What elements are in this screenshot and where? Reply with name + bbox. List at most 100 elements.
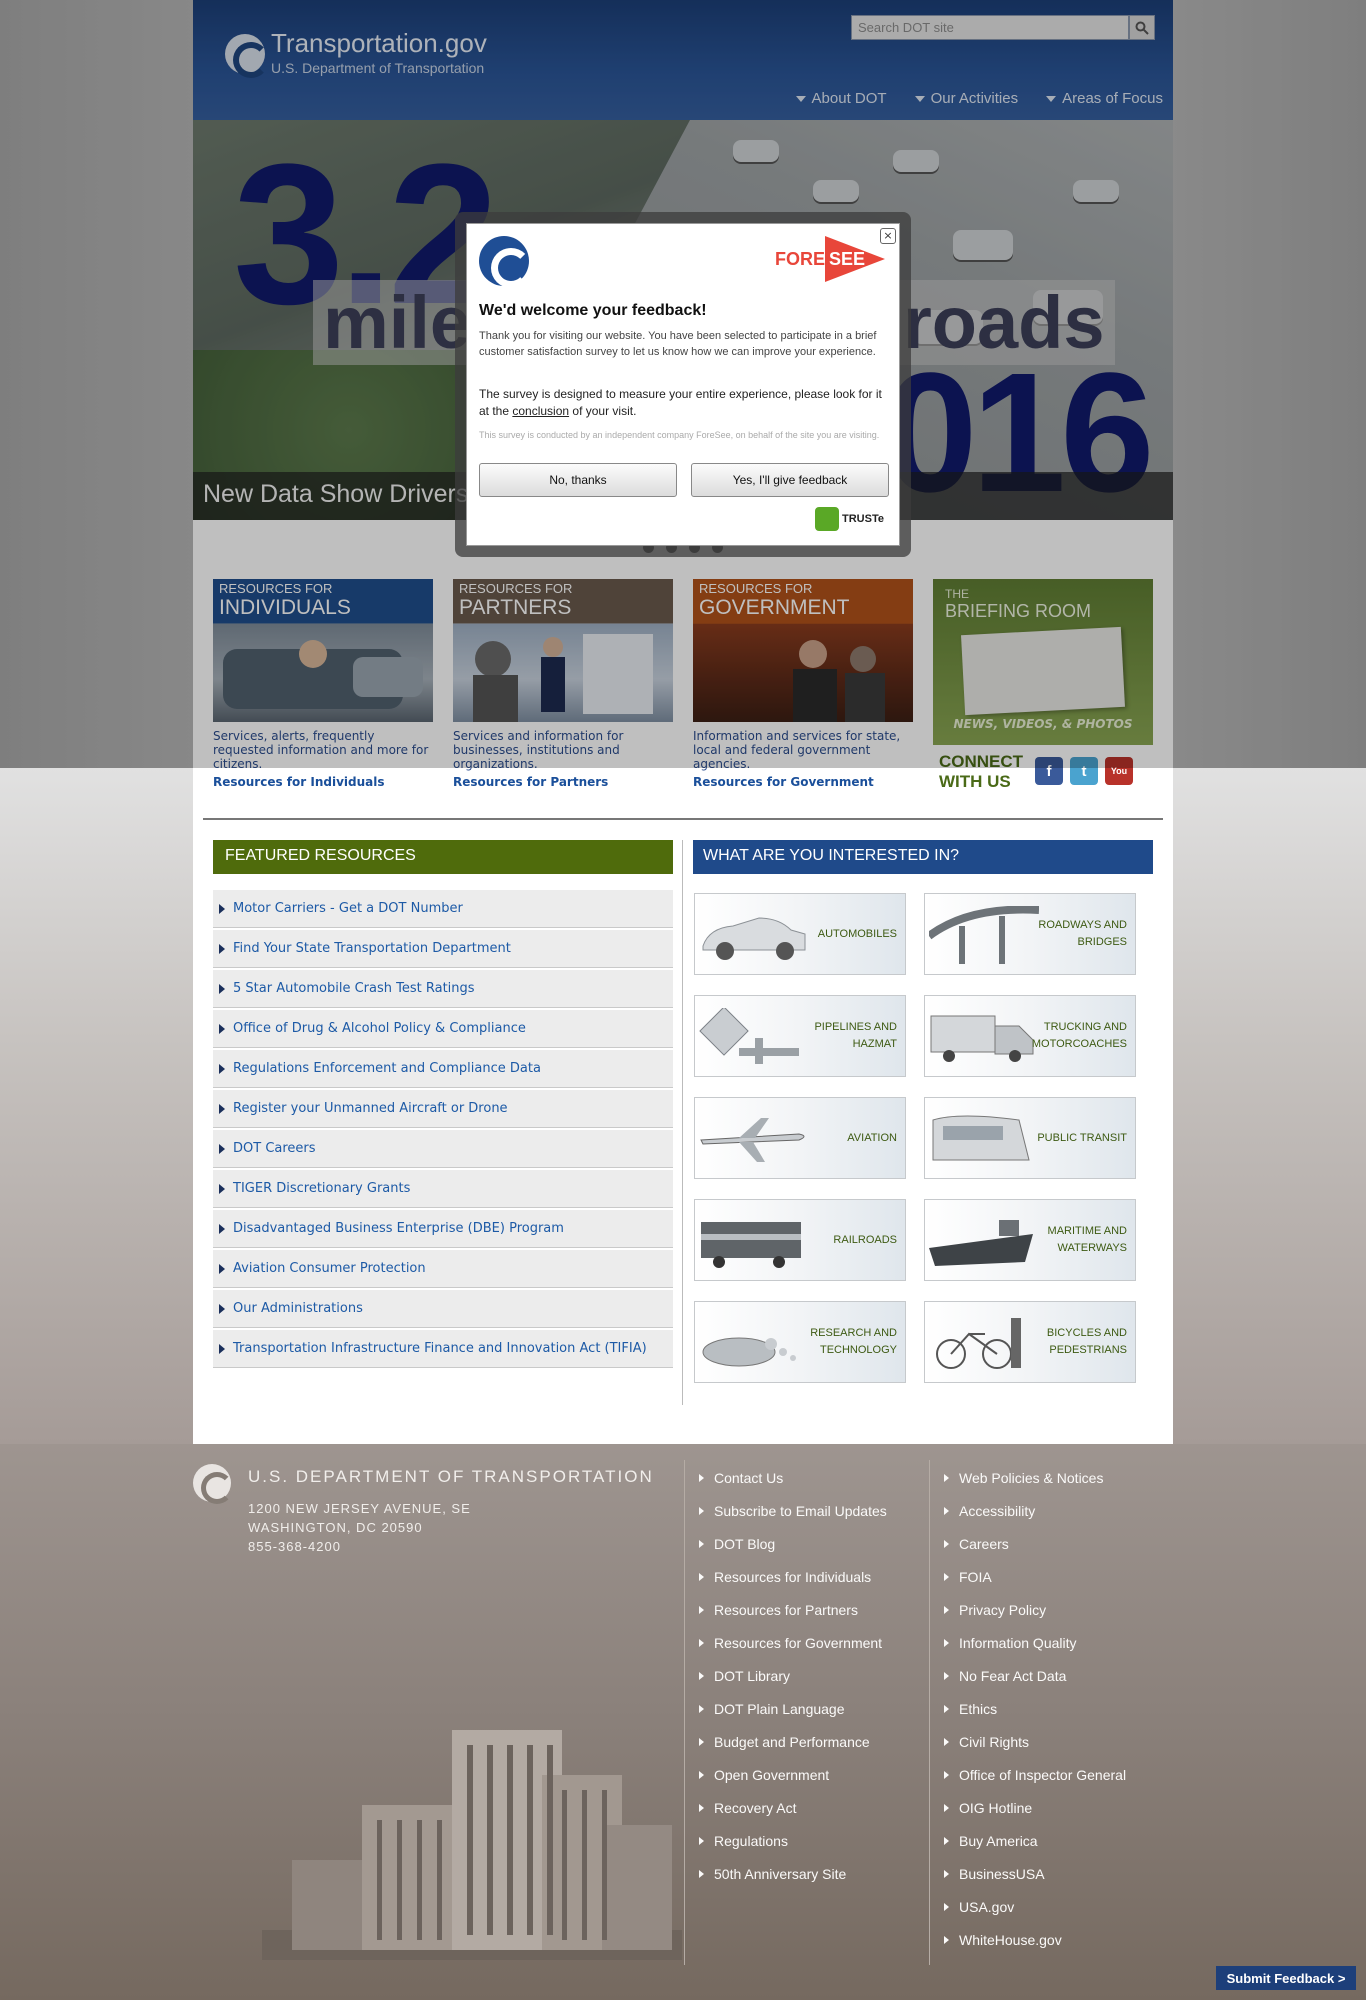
truste-badge[interactable]: TRUSTe — [815, 506, 889, 532]
footer-link-label: DOT Library — [714, 1668, 790, 1684]
tile-public-transit[interactable]: PUBLIC TRANSIT — [924, 1097, 1136, 1179]
footer-link[interactable]: Regulations — [699, 1833, 887, 1866]
footer-link-label: 50th Anniversary Site — [714, 1866, 847, 1882]
tile-label-line1: PIPELINES AND — [814, 1021, 897, 1033]
featured-link[interactable]: DOT Careers — [213, 1130, 673, 1168]
footer-link-label: Office of Inspector General — [959, 1767, 1127, 1783]
footer-link[interactable]: Resources for Government — [699, 1635, 887, 1668]
footer-link[interactable]: Careers — [944, 1536, 1126, 1569]
arrow-right-icon — [944, 1870, 949, 1878]
card-link-partners[interactable]: Resources for Partners — [453, 775, 673, 789]
tile-aviation[interactable]: AVIATION — [694, 1097, 906, 1179]
featured-link-label: DOT Careers — [233, 1141, 316, 1156]
footer-link[interactable]: Web Policies & Notices — [944, 1470, 1126, 1503]
airplane-icon — [700, 1118, 805, 1162]
featured-resources-heading: FEATURED RESOURCES — [213, 840, 673, 874]
tile-research-technology[interactable]: RESEARCH AND TECHNOLOGY — [694, 1301, 906, 1383]
footer-link[interactable]: Recovery Act — [699, 1800, 887, 1833]
footer-link[interactable]: Buy America — [944, 1833, 1126, 1866]
footer-link-label: USA.gov — [959, 1899, 1015, 1915]
arrow-right-icon — [219, 1103, 225, 1114]
close-icon[interactable]: × — [880, 228, 896, 244]
footer-link[interactable]: BusinessUSA — [944, 1866, 1126, 1899]
arrow-right-icon — [944, 1573, 949, 1581]
arrow-right-icon — [219, 983, 225, 994]
footer-link[interactable]: Subscribe to Email Updates — [699, 1503, 887, 1536]
footer-link[interactable]: FOIA — [944, 1569, 1126, 1602]
footer-link[interactable]: No Fear Act Data — [944, 1668, 1126, 1701]
arrow-right-icon — [699, 1507, 704, 1515]
footer-link[interactable]: Privacy Policy — [944, 1602, 1126, 1635]
footer-link[interactable]: Resources for Individuals — [699, 1569, 887, 1602]
interests-heading: WHAT ARE YOU INTERESTED IN? — [693, 840, 1153, 874]
arrow-right-icon — [699, 1804, 704, 1812]
footer-link-label: Budget and Performance — [714, 1734, 870, 1750]
tile-label-line1: TRUCKING AND — [1043, 1021, 1127, 1033]
featured-link[interactable]: Office of Drug & Alcohol Policy & Compli… — [213, 1010, 673, 1048]
connect-line2: WITH US — [939, 772, 1011, 791]
give-feedback-button[interactable]: Yes, I'll give feedback — [691, 463, 889, 497]
submit-feedback-button[interactable]: Submit Feedback > — [1216, 1966, 1356, 1990]
featured-resources-list: Motor Carriers - Get a DOT Number Find Y… — [213, 890, 673, 1370]
arrow-right-icon — [944, 1705, 949, 1713]
tile-automobiles[interactable]: AUTOMOBILES — [694, 893, 906, 975]
conclusion-link[interactable]: conclusion — [512, 404, 569, 418]
featured-link[interactable]: Register your Unmanned Aircraft or Drone — [213, 1090, 673, 1128]
footer-link[interactable]: Accessibility — [944, 1503, 1126, 1536]
footer-link[interactable]: Civil Rights — [944, 1734, 1126, 1767]
footer-link[interactable]: 50th Anniversary Site — [699, 1866, 887, 1899]
card-link-individuals[interactable]: Resources for Individuals — [213, 775, 433, 789]
footer-link[interactable]: Contact Us — [699, 1470, 887, 1503]
footer-link[interactable]: USA.gov — [944, 1899, 1126, 1932]
footer-link[interactable]: DOT Library — [699, 1668, 887, 1701]
tile-pipelines-hazmat[interactable]: PIPELINES AND HAZMAT — [694, 995, 906, 1077]
featured-link[interactable]: Regulations Enforcement and Compliance D… — [213, 1050, 673, 1088]
footer-link[interactable]: Budget and Performance — [699, 1734, 887, 1767]
tile-roadways-bridges[interactable]: ROADWAYS AND BRIDGES — [924, 893, 1136, 975]
footer-link[interactable]: Resources for Partners — [699, 1602, 887, 1635]
arrow-right-icon — [699, 1606, 704, 1614]
arrow-right-icon — [219, 1143, 225, 1154]
footer-link[interactable]: Ethics — [944, 1701, 1126, 1734]
modal-intro-text: Thank you for visiting our website. You … — [479, 330, 877, 358]
tile-label-line2: HAZMAT — [852, 1038, 897, 1050]
featured-link[interactable]: Transportation Infrastructure Finance an… — [213, 1330, 673, 1368]
footer-link[interactable]: WhiteHouse.gov — [944, 1932, 1126, 1965]
foresee-logo-icon: FORE SEE — [775, 236, 885, 282]
footer-link[interactable]: Information Quality — [944, 1635, 1126, 1668]
footer-link-label: Web Policies & Notices — [959, 1470, 1104, 1486]
dot-footer-logo-icon[interactable] — [193, 1464, 233, 1504]
no-thanks-button[interactable]: No, thanks — [479, 463, 677, 497]
footer-link[interactable]: Office of Inspector General — [944, 1767, 1126, 1800]
hazmat-icon — [699, 1008, 799, 1064]
featured-link[interactable]: Aviation Consumer Protection — [213, 1250, 673, 1288]
featured-link[interactable]: Find Your State Transportation Departmen… — [213, 930, 673, 968]
arrow-right-icon — [699, 1837, 704, 1845]
featured-link[interactable]: TIGER Discretionary Grants — [213, 1170, 673, 1208]
tile-maritime-waterways[interactable]: MARITIME AND WATERWAYS — [924, 1199, 1136, 1281]
tile-label-line1: RESEARCH AND — [810, 1327, 897, 1339]
footer-link[interactable]: Open Government — [699, 1767, 887, 1800]
footer-link[interactable]: DOT Blog — [699, 1536, 887, 1569]
arrow-right-icon — [219, 943, 225, 954]
footer-divider — [929, 1460, 930, 1965]
featured-link[interactable]: Disadvantaged Business Enterprise (DBE) … — [213, 1210, 673, 1248]
footer-address-line2: WASHINGTON, DC 20590 — [248, 1520, 423, 1535]
arrow-right-icon — [219, 1183, 225, 1194]
arrow-right-icon — [944, 1639, 949, 1647]
footer-link-label: Ethics — [959, 1701, 998, 1717]
tile-railroads[interactable]: RAILROADS — [694, 1199, 906, 1281]
footer-link[interactable]: OIG Hotline — [944, 1800, 1126, 1833]
arrow-right-icon — [944, 1507, 949, 1515]
footer-link[interactable]: DOT Plain Language — [699, 1701, 887, 1734]
tile-trucking-motorcoaches[interactable]: TRUCKING AND MOTORCOACHES — [924, 995, 1136, 1077]
tile-label: BICYCLES AND PEDESTRIANS — [1047, 1302, 1127, 1382]
featured-link[interactable]: Our Administrations — [213, 1290, 673, 1328]
footer-link-label: No Fear Act Data — [959, 1668, 1067, 1684]
featured-link[interactable]: 5 Star Automobile Crash Test Ratings — [213, 970, 673, 1008]
card-link-government[interactable]: Resources for Government — [693, 775, 913, 789]
tile-label-line1: BICYCLES AND — [1046, 1327, 1127, 1339]
tile-bicycles-pedestrians[interactable]: BICYCLES AND PEDESTRIANS — [924, 1301, 1136, 1383]
featured-link[interactable]: Motor Carriers - Get a DOT Number — [213, 890, 673, 928]
ship-icon — [929, 1220, 1033, 1266]
